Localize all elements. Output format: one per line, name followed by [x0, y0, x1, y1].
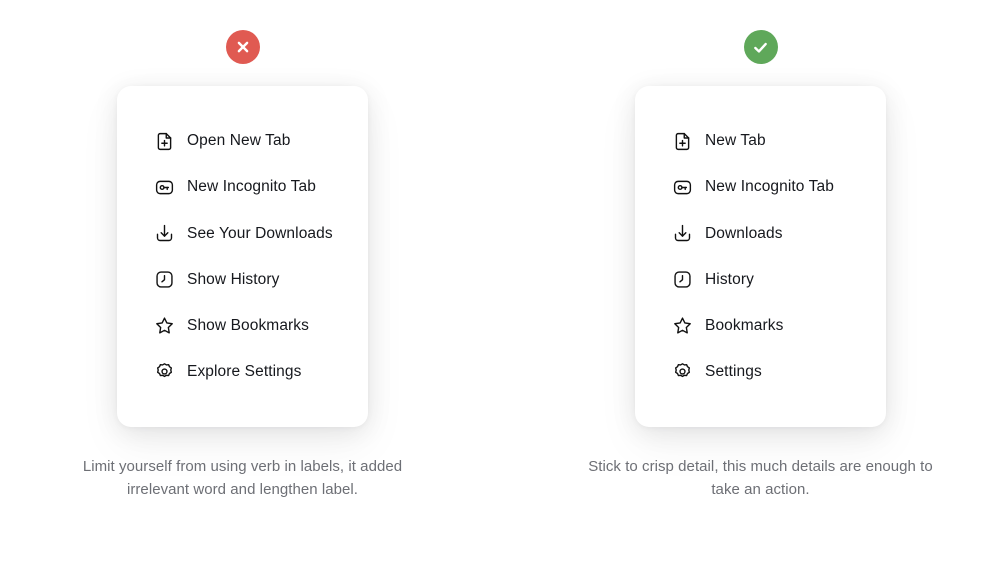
menu-item-bookmarks[interactable]: Bookmarks	[635, 313, 886, 339]
dont-column: Open New Tab New Incognito Tab See Your …	[45, 0, 441, 577]
gear-icon	[671, 361, 693, 383]
check-icon	[751, 38, 770, 57]
menu-item-settings[interactable]: Explore Settings	[117, 359, 368, 385]
menu-item-new-tab[interactable]: New Tab	[635, 128, 886, 154]
menu-item-label: Show History	[187, 270, 280, 288]
menu-item-history[interactable]: History	[635, 267, 886, 293]
menu-item-label: New Incognito Tab	[187, 178, 316, 196]
menu-item-label: Bookmarks	[705, 317, 784, 334]
incognito-key-icon	[671, 176, 693, 198]
file-plus-icon	[671, 130, 693, 152]
menu-item-downloads[interactable]: Downloads	[635, 220, 886, 246]
browser-menu-card-do: New Tab New Incognito Tab Downloads Hist…	[635, 86, 886, 427]
do-column: New Tab New Incognito Tab Downloads Hist…	[563, 0, 959, 577]
browser-menu-card-dont: Open New Tab New Incognito Tab See Your …	[117, 86, 368, 427]
menu-list-do: New Tab New Incognito Tab Downloads Hist…	[635, 128, 886, 385]
menu-item-label: Downloads	[705, 224, 783, 242]
clock-history-icon	[153, 269, 175, 291]
menu-item-label: Show Bookmarks	[187, 317, 310, 334]
download-icon	[671, 222, 693, 244]
menu-item-label: New Tab	[705, 132, 766, 150]
menu-item-label: See Your Downloads	[187, 224, 333, 242]
menu-item-new-incognito-tab[interactable]: New Incognito Tab	[635, 174, 886, 200]
file-plus-icon	[153, 130, 175, 152]
menu-list-dont: Open New Tab New Incognito Tab See Your …	[117, 128, 368, 385]
menu-item-label: History	[705, 270, 754, 288]
gear-icon	[153, 361, 175, 383]
menu-item-bookmarks[interactable]: Show Bookmarks	[117, 313, 368, 339]
menu-item-label: Settings	[705, 363, 762, 381]
clock-history-icon	[671, 269, 693, 291]
do-badge-wrapper	[743, 26, 778, 68]
menu-item-new-tab[interactable]: Open New Tab	[117, 128, 368, 154]
star-icon	[671, 315, 693, 337]
menu-item-settings[interactable]: Settings	[635, 359, 886, 385]
menu-item-label: New Incognito Tab	[705, 178, 834, 196]
incognito-key-icon	[153, 176, 175, 198]
cross-icon	[234, 38, 252, 56]
do-caption: Stick to crisp detail, this much details…	[588, 458, 933, 498]
dont-caption: Limit yourself from using verb in labels…	[82, 458, 403, 498]
menu-item-downloads[interactable]: See Your Downloads	[117, 220, 368, 246]
status-badge-incorrect	[225, 30, 260, 64]
star-icon	[153, 315, 175, 337]
menu-item-new-incognito-tab[interactable]: New Incognito Tab	[117, 174, 368, 200]
download-icon	[153, 222, 175, 244]
menu-item-history[interactable]: Show History	[117, 267, 368, 293]
menu-item-label: Open New Tab	[187, 132, 291, 150]
comparison-stage: Open New Tab New Incognito Tab See Your …	[0, 0, 1003, 577]
menu-item-label: Explore Settings	[187, 363, 302, 381]
dont-badge-wrapper	[225, 26, 260, 68]
status-badge-correct	[743, 30, 778, 64]
